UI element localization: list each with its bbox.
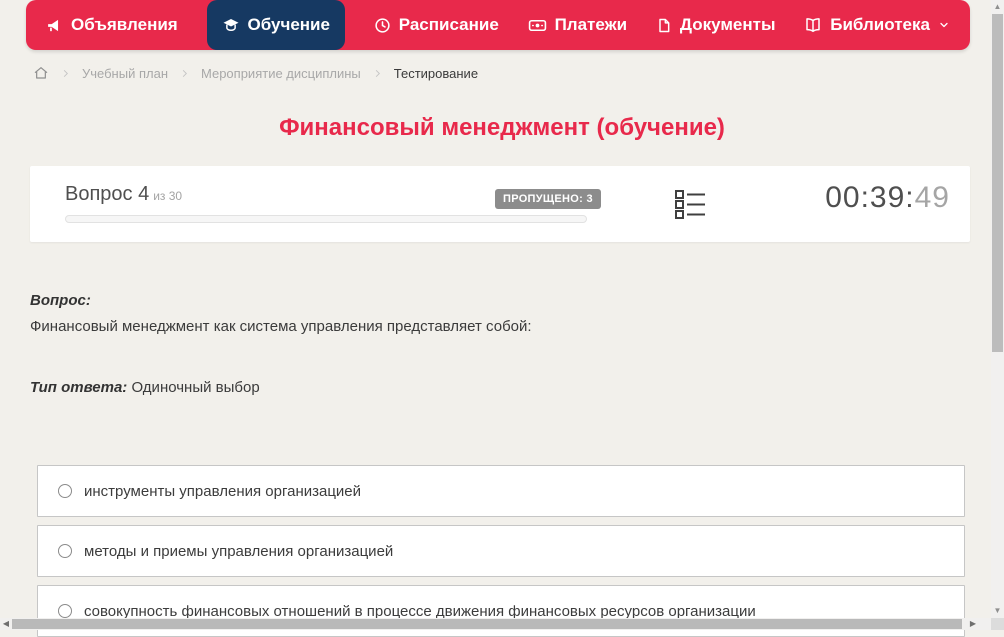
question-of-label: из 30	[153, 189, 183, 203]
scroll-up-arrow-icon[interactable]: ▲	[991, 0, 1004, 14]
nav-item-label: Библиотека	[830, 15, 930, 34]
nav-item-library[interactable]: Библиотека	[804, 0, 950, 50]
nav-item-learning[interactable]: Обучение	[206, 0, 345, 50]
vertical-scrollbar[interactable]: ▲ ▼	[991, 0, 1004, 618]
radio-button-icon[interactable]	[58, 484, 72, 498]
breadcrumb: Учебный план Мероприятие дисциплины Тест…	[33, 62, 478, 84]
page-title: Финансовый менеджмент (обучение)	[279, 114, 725, 141]
scroll-right-arrow-icon[interactable]: ▶	[967, 618, 979, 630]
nav-item-label: Обучение	[247, 15, 330, 34]
breadcrumb-item-testing: Тестирование	[393, 65, 479, 81]
nav-item-schedule[interactable]: Расписание	[374, 0, 499, 50]
nav-item-label: Расписание	[398, 15, 499, 34]
chevron-down-icon	[938, 19, 950, 31]
chevron-right-icon	[60, 68, 71, 79]
clock-icon	[374, 17, 391, 34]
nav-item-payments[interactable]: Платежи	[528, 0, 628, 50]
home-icon[interactable]	[33, 65, 49, 81]
book-icon	[804, 16, 822, 34]
breadcrumb-item-curriculum[interactable]: Учебный план	[82, 66, 168, 81]
megaphone-icon	[46, 17, 63, 34]
timer-seconds: 49	[914, 181, 950, 214]
vertical-scrollbar-thumb[interactable]	[992, 14, 1003, 352]
question-list-icon[interactable]	[674, 189, 707, 225]
horizontal-scrollbar[interactable]: ◀ ▶	[0, 618, 991, 630]
timer: 00:39:49	[825, 181, 950, 215]
horizontal-scrollbar-thumb[interactable]	[12, 619, 962, 629]
answer-type-value: Одиночный выбор	[131, 379, 260, 396]
question-header-card: Вопрос 4 из 30 ПРОПУЩЕНО: 3 00:39:49	[30, 166, 970, 242]
nav-item-label: Объявления	[71, 15, 178, 34]
radio-button-icon[interactable]	[58, 544, 72, 558]
question-heading: Вопрос:	[30, 292, 91, 309]
top-navigation: Объявления Обучение Расписание Платежи Д…	[26, 0, 970, 50]
scroll-down-arrow-icon[interactable]: ▼	[991, 604, 1004, 618]
progress-bar	[65, 215, 587, 223]
question-number: Вопрос 4 из 30	[65, 183, 182, 206]
nav-item-label: Платежи	[554, 15, 628, 34]
answer-type-label: Тип ответа:	[30, 379, 128, 396]
nav-item-announcements[interactable]: Объявления	[46, 0, 178, 50]
question-text: Финансовый менеджмент как система управл…	[30, 318, 532, 335]
breadcrumb-item-discipline-event[interactable]: Мероприятие дисциплины	[201, 66, 361, 81]
answer-option-label: методы и приемы управления организацией	[84, 542, 394, 560]
graduation-cap-icon	[222, 16, 240, 34]
chevron-right-icon	[179, 68, 190, 79]
banknote-icon	[528, 16, 547, 35]
scrollbar-corner	[991, 618, 1004, 630]
scroll-left-arrow-icon[interactable]: ◀	[0, 618, 12, 630]
radio-button-icon[interactable]	[58, 604, 72, 618]
nav-item-label: Документы	[679, 15, 776, 34]
chevron-right-icon	[372, 68, 383, 79]
answer-type: Тип ответа: Одиночный выбор	[30, 379, 260, 396]
answer-option-label: совокупность финансовых отношений в проц…	[84, 602, 756, 620]
answer-option-label: инструменты управления организацией	[84, 482, 362, 500]
skipped-badge: ПРОПУЩЕНО: 3	[495, 189, 601, 209]
answer-option[interactable]: методы и приемы управления организацией	[37, 525, 965, 577]
nav-item-documents[interactable]: Документы	[656, 0, 776, 50]
document-icon	[656, 17, 672, 34]
answer-option[interactable]: инструменты управления организацией	[37, 465, 965, 517]
timer-main: 00:39:	[825, 181, 915, 214]
question-number-label: Вопрос 4	[65, 183, 150, 205]
